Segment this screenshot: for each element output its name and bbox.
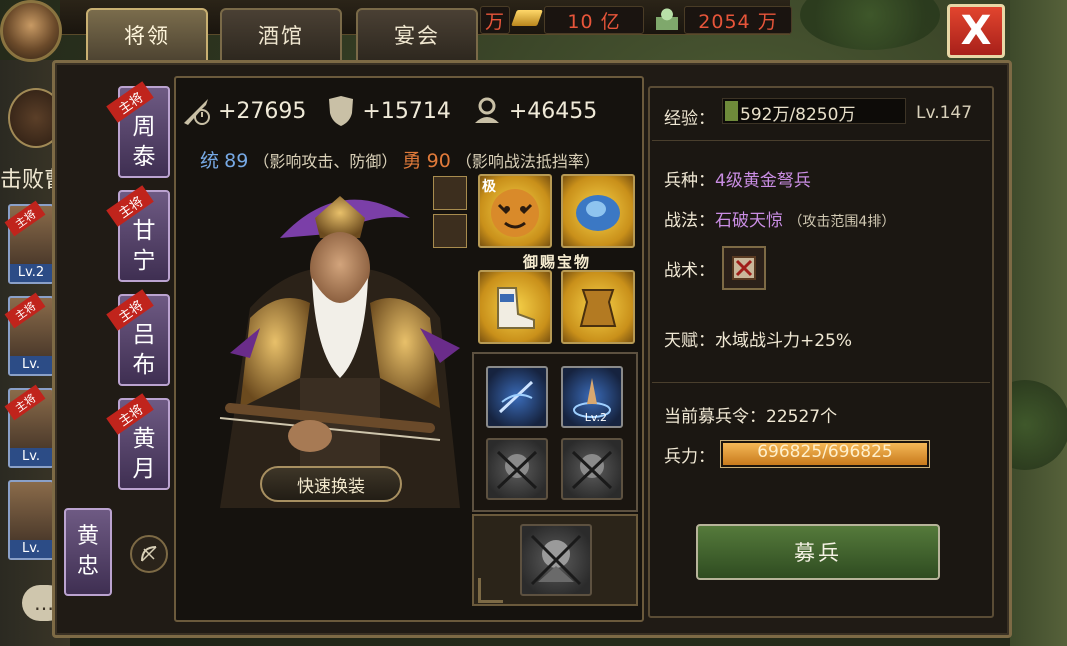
defense-value: +15714 <box>362 98 451 124</box>
tiger-treasure-slot[interactable]: 极 <box>478 174 552 248</box>
recruit-button[interactable]: 募兵 <box>696 524 940 580</box>
mini-equip-slot[interactable] <box>433 214 467 248</box>
divider <box>652 140 990 141</box>
resource-partial: 万 <box>480 6 510 34</box>
locked-skill-slot[interactable] <box>561 438 623 500</box>
valor-value: 90 <box>426 150 451 172</box>
troop-value: 696825/696825 <box>757 442 893 462</box>
shield-icon <box>326 94 356 128</box>
troop-stat-value: +46455 <box>508 98 598 124</box>
boots-slot[interactable] <box>478 270 552 344</box>
recruit-order-value: 22527个 <box>766 407 838 427</box>
tab-banquet[interactable]: 宴会 <box>356 8 478 62</box>
general-name-char: 布 <box>132 352 156 378</box>
tab-tavern[interactable]: 酒馆 <box>220 8 342 62</box>
unit-type-value: 4级黄金弩兵 <box>715 171 811 191</box>
skill-label: 战术： <box>664 261 715 281</box>
general-name-char: 宁 <box>132 248 156 274</box>
general-name-char: 忠 <box>76 554 99 579</box>
command-value: 89 <box>224 150 249 172</box>
command-label: 统 <box>200 150 220 172</box>
bow-icon[interactable] <box>130 535 168 573</box>
troop-label: 兵力： <box>664 447 715 467</box>
tab-generals[interactable]: 将领 <box>86 8 208 62</box>
background-right-strip <box>1010 0 1067 646</box>
tactic-row: 战法：石破天惊 （攻击范围4排） <box>664 206 895 231</box>
gold-value: 10 亿 <box>544 6 644 34</box>
attribute-row: 统 89 （影响攻击、防御） 勇 90 （影响战法抵挡率） <box>200 146 600 173</box>
tactic-value[interactable]: 石破天惊 <box>715 211 783 231</box>
general-level: Lv.147 <box>916 103 973 123</box>
mini-equip-slot[interactable] <box>433 176 467 210</box>
talent-value: 水域战斗力+25% <box>715 331 853 351</box>
thumb-level: Lv. <box>10 540 52 558</box>
divider <box>652 382 990 383</box>
command-desc: （影响攻击、防御） <box>253 152 398 171</box>
troop-stat-icon <box>471 94 503 128</box>
general-name-char: 吕 <box>132 322 156 348</box>
attack-value: +27695 <box>218 98 307 124</box>
talent-row: 天赋：水域战斗力+25% <box>664 326 852 351</box>
quick-change-button[interactable]: 快速换装 <box>260 466 402 502</box>
selected-general-huangzhong[interactable]: 黄 忠 <box>64 508 112 596</box>
expand-corner-icon[interactable] <box>478 578 503 603</box>
thumb-level: Lv.2 <box>10 264 52 282</box>
exp-bar-fill <box>725 101 738 121</box>
attack-icon <box>180 94 212 128</box>
unit-type-label: 兵种： <box>664 171 715 191</box>
general-name-char: 月 <box>132 456 156 482</box>
general-name-char: 泰 <box>132 144 156 170</box>
recruit-order-row: 当前募兵令：22527个 <box>664 402 837 427</box>
armor-slot[interactable] <box>561 270 635 344</box>
skill-level-badge: Lv.2 <box>584 411 607 424</box>
valor-desc: （影响战法抵挡率） <box>455 152 600 171</box>
locked-skill-slot[interactable] <box>486 438 548 500</box>
tactic-skill-slot[interactable] <box>722 246 766 290</box>
skill-slot-2[interactable]: Lv.2 <box>561 366 623 428</box>
unit-type-row: 兵种：4级黄金弩兵 <box>664 166 811 191</box>
general-name-char: 周 <box>132 114 156 140</box>
treasure-label: 御赐宝物 <box>522 253 591 271</box>
general-portrait <box>190 178 472 508</box>
troop-resource-value: 2054 万 <box>684 6 792 34</box>
player-avatar[interactable] <box>0 0 62 62</box>
background-tree <box>800 0 940 50</box>
general-name-char: 黄 <box>132 426 156 452</box>
exp-label: 经验： <box>664 109 715 129</box>
jade-treasure-slot[interactable] <box>561 174 635 248</box>
recruit-order-label: 当前募兵令： <box>664 407 766 427</box>
troop-icon <box>656 6 678 30</box>
tactic-note: （攻击范围4排） <box>788 214 896 230</box>
thumb-level: Lv. <box>10 356 52 374</box>
thumb-level: Lv. <box>10 448 52 466</box>
close-button[interactable]: X <box>947 4 1005 58</box>
rank-badge: 极 <box>482 179 496 195</box>
general-name-char: 黄 <box>76 524 99 549</box>
exp-value: 592万/8250万 <box>740 105 856 125</box>
valor-label: 勇 <box>402 150 422 172</box>
stats-row: +27695 +15714 +46455 <box>180 86 612 136</box>
general-name-char: 甘 <box>132 218 156 244</box>
left-general-thumb[interactable]: Lv. <box>8 480 54 560</box>
tactic-label: 战法： <box>664 211 715 231</box>
talent-label: 天赋： <box>664 331 715 351</box>
special-skill-slot[interactable] <box>520 524 592 596</box>
skill-slot-1[interactable] <box>486 366 548 428</box>
